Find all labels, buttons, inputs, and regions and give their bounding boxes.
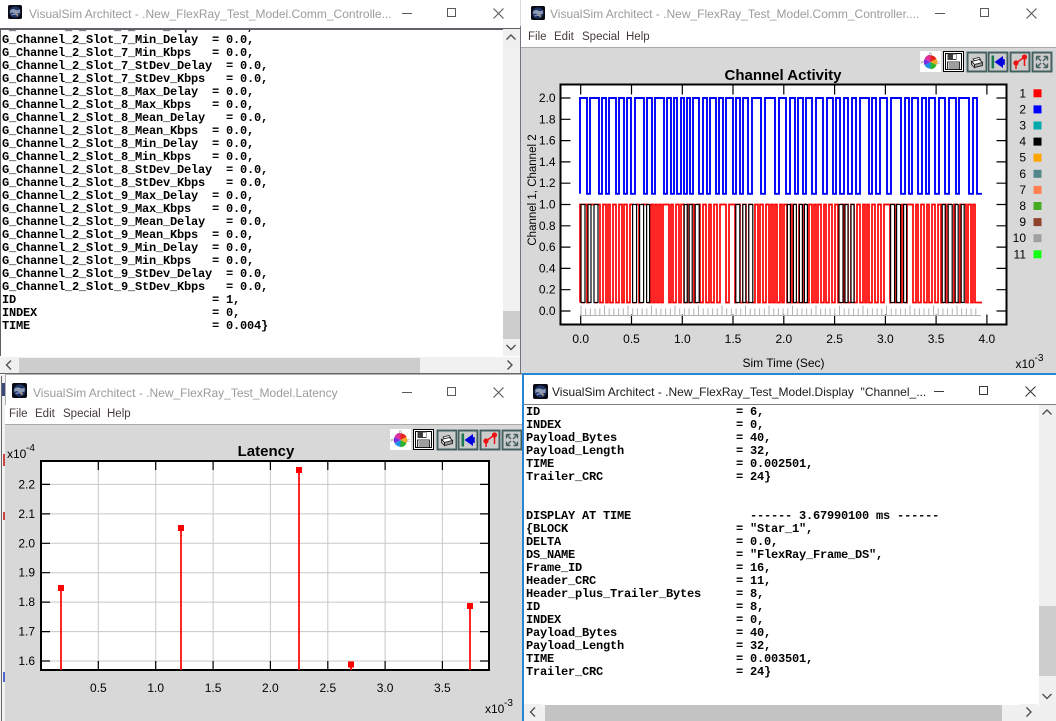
- svg-text:x10: x10: [1016, 357, 1036, 371]
- svg-text:2.1: 2.1: [18, 507, 35, 521]
- svg-text:1.2: 1.2: [539, 176, 556, 190]
- svg-text:1.5: 1.5: [205, 681, 222, 695]
- svg-text:4: 4: [1019, 135, 1026, 149]
- svg-text:3: 3: [1019, 119, 1026, 133]
- svg-text:1.4: 1.4: [539, 155, 556, 169]
- svg-text:3.0: 3.0: [377, 681, 394, 695]
- svg-text:1.0: 1.0: [674, 332, 691, 346]
- svg-text:0.0: 0.0: [539, 304, 556, 318]
- svg-text:3.5: 3.5: [928, 332, 945, 346]
- svg-text:1: 1: [1019, 86, 1026, 100]
- svg-text:Latency: Latency: [238, 443, 295, 460]
- svg-text:2.5: 2.5: [826, 332, 843, 346]
- svg-text:1.6: 1.6: [539, 134, 556, 148]
- svg-text:2.5: 2.5: [319, 681, 336, 695]
- svg-text:7: 7: [1019, 183, 1026, 197]
- svg-text:4.0: 4.0: [979, 332, 996, 346]
- svg-text:2.0: 2.0: [775, 332, 792, 346]
- svg-text:P: P: [391, 438, 394, 443]
- svg-text:2.0: 2.0: [262, 681, 279, 695]
- svg-text:0.4: 0.4: [539, 261, 556, 275]
- svg-text:1.0: 1.0: [147, 681, 164, 695]
- svg-text:Channel 1, Channel 2: Channel 1, Channel 2: [527, 134, 539, 245]
- svg-text:B: B: [399, 430, 402, 435]
- svg-text:Sim Time (Sec): Sim Time (Sec): [742, 356, 824, 370]
- svg-text:Channel Activity: Channel Activity: [725, 67, 843, 84]
- svg-text:B: B: [929, 52, 932, 57]
- svg-text:2: 2: [1019, 102, 1026, 116]
- svg-text:0.2: 0.2: [539, 283, 556, 297]
- svg-text:-4: -4: [26, 443, 35, 454]
- svg-text:-3: -3: [504, 698, 513, 709]
- svg-text:0.8: 0.8: [539, 219, 556, 233]
- svg-text:-3: -3: [1035, 353, 1044, 364]
- svg-text:0.6: 0.6: [539, 240, 556, 254]
- svg-text:5: 5: [1019, 151, 1026, 165]
- svg-text:2.2: 2.2: [18, 477, 35, 491]
- svg-text:1.9: 1.9: [18, 566, 35, 580]
- svg-text:3.0: 3.0: [877, 332, 894, 346]
- svg-text:0.0: 0.0: [572, 332, 589, 346]
- svg-text:x10: x10: [485, 702, 505, 716]
- svg-text:1.0: 1.0: [539, 198, 556, 212]
- svg-text:11: 11: [1014, 247, 1027, 261]
- svg-text:9: 9: [1019, 215, 1026, 229]
- svg-text:1.7: 1.7: [18, 625, 35, 639]
- svg-text:x10: x10: [7, 447, 27, 461]
- svg-text:P: P: [921, 60, 924, 65]
- svg-text:0.5: 0.5: [90, 681, 107, 695]
- svg-text:6: 6: [1019, 167, 1026, 181]
- svg-text:1.8: 1.8: [539, 112, 556, 126]
- svg-text:8: 8: [1019, 199, 1026, 213]
- svg-text:0.5: 0.5: [623, 332, 640, 346]
- svg-text:10: 10: [1013, 231, 1027, 245]
- svg-text:1.8: 1.8: [18, 595, 35, 609]
- svg-text:2.0: 2.0: [18, 536, 35, 550]
- svg-text:1.5: 1.5: [725, 332, 742, 346]
- svg-text:2.0: 2.0: [539, 91, 556, 105]
- svg-text:3.5: 3.5: [434, 681, 451, 695]
- svg-text:1.6: 1.6: [18, 654, 35, 668]
